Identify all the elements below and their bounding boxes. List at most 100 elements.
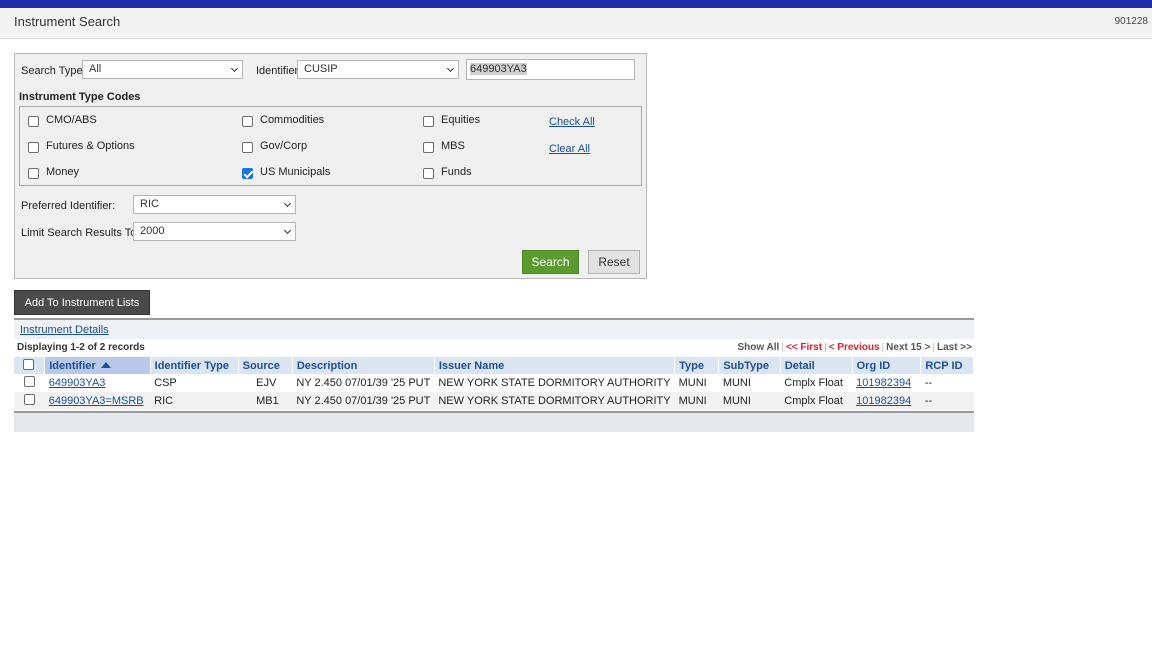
column-header-rcp-id[interactable]: RCP ID xyxy=(920,357,974,374)
check-all-link[interactable]: Check All xyxy=(549,116,595,128)
column-header-description[interactable]: Description xyxy=(292,357,435,374)
row-checkbox[interactable] xyxy=(24,394,35,405)
cell-rcp-id: -- xyxy=(920,392,974,410)
cell-subtype: MUNI xyxy=(718,392,781,410)
column-header-detail[interactable]: Detail xyxy=(780,357,853,374)
column-header-identifier-type[interactable]: Identifier Type xyxy=(150,357,239,374)
checkbox-us-municipals[interactable] xyxy=(242,168,253,179)
column-header-type[interactable]: Type xyxy=(674,357,720,374)
identifier-link[interactable]: 649903YA3 xyxy=(49,377,106,389)
reset-button[interactable]: Reset xyxy=(588,250,640,274)
cell-description: NY 2.450 07/01/39 '25 PUT xyxy=(296,377,431,389)
previous-page-link[interactable]: < Previous xyxy=(829,342,880,353)
cell-detail: Cmplx Float xyxy=(780,392,853,410)
checkbox-money[interactable] xyxy=(28,168,39,179)
code-label-gov-corp: Gov/Corp xyxy=(260,140,308,152)
chevron-down-icon xyxy=(283,199,292,208)
first-page-link[interactable]: << First xyxy=(786,342,822,353)
chevron-down-icon xyxy=(230,64,239,73)
results-info-bar: Displaying 1-2 of 2 records Show All | << … xyxy=(14,339,974,356)
checkbox-equities[interactable] xyxy=(423,116,434,127)
identifier-label: Identifier: xyxy=(256,65,302,77)
checkbox-cmo-abs[interactable] xyxy=(28,116,39,127)
column-header-source[interactable]: Source xyxy=(238,357,293,374)
cell-org-id: 101982394 xyxy=(852,374,921,392)
table-row: 649903YA3=MSRB RIC MB1 NY 2.450 07/01/39… xyxy=(14,392,974,410)
cell-subtype: MUNI xyxy=(722,377,751,389)
row-select-cell xyxy=(14,392,45,410)
sort-ascending-icon xyxy=(100,361,111,368)
cell-issuer-name: NEW YORK STATE DORMITORY AUTHORITY xyxy=(434,392,675,410)
codes-heading: Instrument Type Codes xyxy=(19,91,141,103)
results-header: Instrument Details xyxy=(14,318,974,339)
cell-detail: Cmplx Float xyxy=(784,377,843,389)
search-type-value: All xyxy=(89,63,102,75)
checkbox-futures-options[interactable] xyxy=(28,142,39,153)
cell-identifier: 649903YA3=MSRB xyxy=(44,392,151,410)
cell-source: MB1 xyxy=(238,392,293,410)
show-all-link[interactable]: Show All xyxy=(737,342,779,353)
select-all-checkbox[interactable] xyxy=(23,358,34,370)
identifier-input[interactable]: 649903YA3 xyxy=(466,59,635,80)
row-checkbox[interactable] xyxy=(24,376,35,387)
preferred-identifier-select[interactable]: RIC xyxy=(133,195,296,214)
checkbox-mbs[interactable] xyxy=(423,142,434,153)
instrument-details-tab[interactable]: Instrument Details xyxy=(20,324,109,336)
results-table: Identifier Identifier Type Source Descri… xyxy=(14,357,974,410)
cell-identifier: 649903YA3 xyxy=(45,374,150,392)
code-label-money: Money xyxy=(46,166,80,178)
select-all-cell xyxy=(14,357,46,374)
code-label-futures-options: Futures & Options xyxy=(46,140,135,152)
code-label-equities: Equities xyxy=(441,114,481,126)
cell-org-id: 101982394 xyxy=(852,392,921,410)
search-type-select[interactable]: All xyxy=(82,60,243,79)
column-header-issuer-name[interactable]: Issuer Name xyxy=(434,357,676,374)
code-label-commodities: Commodities xyxy=(260,114,325,126)
cell-description: NY 2.450 07/01/39 '25 PUT xyxy=(292,392,435,410)
search-type-label: Search Type: xyxy=(21,65,86,77)
limit-results-value: 2000 xyxy=(140,225,165,237)
identifier-select[interactable]: CUSIP xyxy=(297,60,459,79)
table-row: 649903YA3 CSP EJV NY 2.450 07/01/39 '25 … xyxy=(14,374,974,392)
clear-all-link[interactable]: Clear All xyxy=(549,143,590,155)
cell-rcp-id: -- xyxy=(924,377,933,389)
next-page-link[interactable]: Next 15 > xyxy=(886,342,930,353)
search-panel: Search Type: All Identifier: CUSIP 64990… xyxy=(14,53,647,279)
pager: Show All | << First | < Previous | Next 15 > | L… xyxy=(737,342,972,353)
chevron-down-icon xyxy=(446,64,455,73)
identifier-select-value: CUSIP xyxy=(304,63,338,75)
checkbox-commodities[interactable] xyxy=(242,116,253,127)
cell-source: EJV xyxy=(256,377,277,389)
column-header-subtype[interactable]: SubType xyxy=(718,357,781,374)
cell-identifier-type: CSP xyxy=(154,377,177,389)
identifier-link[interactable]: 649903YA3=MSRB xyxy=(49,395,144,407)
column-header-org-id[interactable]: Org ID xyxy=(852,357,922,374)
checkbox-gov-corp[interactable] xyxy=(242,142,253,153)
limit-results-select[interactable]: 2000 xyxy=(133,222,296,241)
column-label: Identifier xyxy=(49,359,96,372)
instrument-type-codes: CMO/ABS Commodities Equities Check All F… xyxy=(19,106,642,186)
code-label-us-municipals: US Municipals xyxy=(260,166,331,178)
table-header-row: Identifier Identifier Type Source Descri… xyxy=(14,357,974,374)
results-footer xyxy=(14,411,974,432)
cell-identifier-type: RIC xyxy=(150,392,239,410)
checkbox-funds[interactable] xyxy=(423,168,434,179)
org-id-link[interactable]: 101982394 xyxy=(856,395,911,407)
org-id-link[interactable]: 101982394 xyxy=(856,377,911,389)
cell-type: MUNI xyxy=(678,377,707,389)
add-to-instrument-lists-button[interactable]: Add To Instrument Lists xyxy=(14,290,150,315)
search-button[interactable]: Search xyxy=(522,250,579,274)
code-label-cmo-abs: CMO/ABS xyxy=(46,114,97,126)
header-code: 901228 xyxy=(1114,16,1148,27)
results-section: Instrument Details Displaying 1-2 of 2 r… xyxy=(14,318,974,432)
column-header-identifier[interactable]: Identifier xyxy=(44,357,151,374)
code-label-funds: Funds xyxy=(441,166,472,178)
preferred-identifier-label: Preferred Identifier: xyxy=(21,200,116,212)
chevron-down-icon xyxy=(283,226,292,235)
row-select-cell xyxy=(14,374,45,392)
last-page-link[interactable]: Last >> xyxy=(937,342,972,353)
top-accent-bar xyxy=(0,0,1152,8)
cell-type: MUNI xyxy=(674,392,719,410)
preferred-identifier-value: RIC xyxy=(140,198,159,210)
record-count: Displaying 1-2 of 2 records xyxy=(17,342,145,353)
